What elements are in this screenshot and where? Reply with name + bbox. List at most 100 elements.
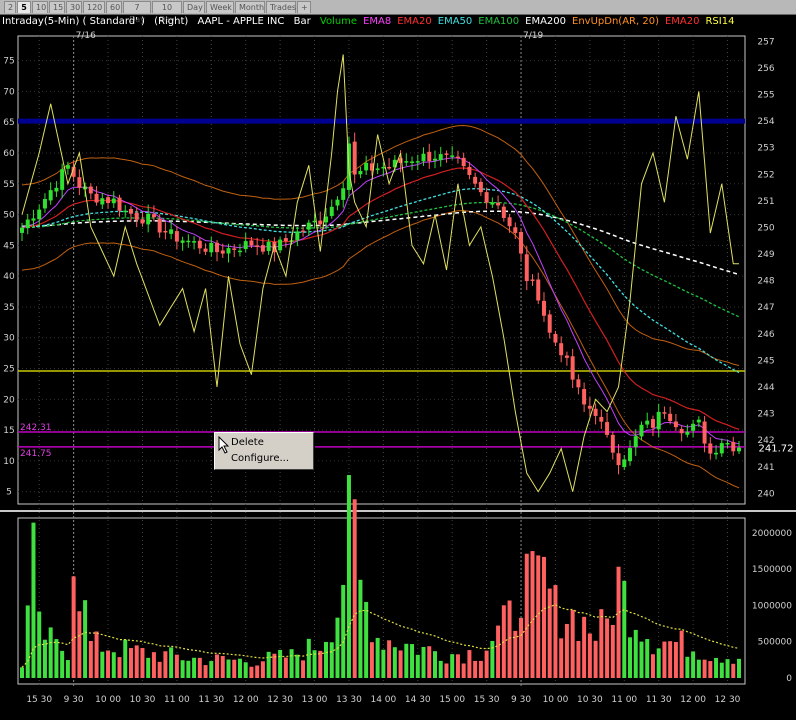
- candle-body: [679, 428, 684, 434]
- volume-bar: [260, 661, 265, 678]
- interval-tab-5[interactable]: 30: [66, 1, 82, 13]
- volume-bar: [186, 660, 191, 678]
- candle-body: [673, 421, 678, 428]
- candle-body: [260, 245, 265, 252]
- volume-bar: [324, 641, 329, 678]
- volume-bar: [478, 660, 483, 678]
- volume-bar: [582, 616, 587, 678]
- price-tick-label: 245: [757, 356, 774, 366]
- candle-body: [134, 212, 139, 220]
- interval-tab-8[interactable]: 7 Day: [123, 1, 151, 24]
- candle-body: [467, 166, 472, 175]
- rsi-tick-label: 10: [3, 457, 15, 467]
- volume-bar: [461, 663, 466, 678]
- time-tick-label: 12 00: [233, 695, 259, 705]
- volume-bar: [673, 642, 678, 678]
- volume-bar: [628, 637, 633, 678]
- rsi-tick-label: 45: [3, 241, 14, 251]
- interval-tab-9[interactable]: 10 Day: [152, 1, 182, 24]
- candle-body: [278, 239, 283, 251]
- time-tick-label: 15 30: [474, 695, 500, 705]
- volume-bar: [616, 566, 621, 678]
- candle-body: [444, 153, 449, 155]
- candle-body: [501, 206, 506, 218]
- volume-bar: [106, 650, 111, 678]
- interval-tab-4[interactable]: 15: [49, 1, 65, 13]
- interval-tab-13[interactable]: Trades: [266, 1, 296, 13]
- interval-tab-12[interactable]: Month: [235, 1, 265, 13]
- volume-bar: [599, 609, 604, 678]
- candle-body: [587, 405, 592, 409]
- volume-bar: [54, 639, 59, 678]
- interval-tab-1[interactable]: 2: [4, 1, 16, 13]
- volume-bar: [123, 639, 128, 678]
- candle-body: [484, 192, 489, 203]
- candle-body: [255, 245, 260, 247]
- candle-body: [37, 209, 42, 220]
- interval-tab-7[interactable]: 60: [106, 1, 122, 13]
- candle-body: [478, 181, 483, 193]
- volume-bar: [444, 663, 449, 678]
- candle-body: [530, 279, 535, 281]
- volume-bar: [605, 618, 610, 678]
- candle-body: [358, 170, 363, 175]
- rsi-tick-label: 25: [3, 365, 14, 375]
- bar-type-label: Bar: [293, 16, 311, 27]
- interval-tab-3[interactable]: 10: [32, 1, 48, 13]
- interval-tab-6[interactable]: 120: [83, 1, 105, 13]
- candle-body: [306, 222, 311, 230]
- price-tick-label: 241: [757, 463, 774, 473]
- volume-bar: [226, 659, 231, 678]
- volume-bar: [77, 611, 82, 678]
- time-tick-label: 11 00: [164, 695, 190, 705]
- candle-body: [455, 156, 460, 159]
- candle-body: [169, 229, 174, 234]
- volume-bar: [507, 600, 512, 678]
- candle-body: [490, 202, 495, 205]
- volume-bar: [283, 657, 288, 678]
- candle-body: [645, 420, 650, 425]
- candle-body: [421, 153, 426, 162]
- interval-tab-10[interactable]: Day: [183, 1, 205, 13]
- candle-body: [215, 242, 220, 253]
- volume-bar: [71, 576, 76, 678]
- candle-body: [582, 389, 587, 405]
- time-tick-label: 10 30: [577, 695, 603, 705]
- volume-bar: [691, 651, 696, 678]
- volume-bar: [369, 642, 374, 678]
- volume-bar: [553, 585, 558, 678]
- candle-body: [151, 214, 156, 218]
- study-label-9: RSI14: [705, 16, 735, 27]
- candle-body: [415, 161, 420, 163]
- interval-tab-14[interactable]: +: [297, 1, 311, 13]
- volume-bar: [645, 639, 650, 678]
- time-tick-label: 10 00: [543, 695, 569, 705]
- price-chart[interactable]: 2402412422432442452462472482492502512522…: [0, 28, 796, 720]
- volume-bar: [725, 659, 730, 678]
- volume-bar: [209, 661, 214, 678]
- candle-body: [708, 443, 713, 454]
- interval-tab-11[interactable]: Week: [206, 1, 234, 13]
- candle-body: [432, 158, 437, 161]
- volume-bar: [88, 640, 93, 678]
- study-label-4: EMA50: [437, 16, 473, 27]
- date-label: 7/16: [76, 31, 96, 41]
- candle-body: [180, 240, 185, 243]
- volume-bar: [301, 660, 306, 678]
- mouse-pointer-icon: [218, 436, 230, 454]
- ema8-line: [21, 157, 740, 445]
- configure-menu-item[interactable]: Configure...: [231, 451, 289, 466]
- candle-body: [197, 240, 202, 249]
- candle-body: [318, 220, 323, 225]
- candle-body: [714, 452, 719, 455]
- candle-body: [77, 177, 82, 188]
- volume-bar: [415, 654, 420, 678]
- volume-bar: [438, 660, 443, 678]
- candle-body: [329, 206, 334, 216]
- price-tag-low: 241.75: [20, 449, 52, 459]
- delete-menu-item[interactable]: Delete: [231, 435, 264, 450]
- volume-bar: [266, 651, 271, 678]
- interval-tab-2[interactable]: 5: [17, 1, 31, 13]
- volume-bar: [702, 659, 707, 678]
- candle-body: [404, 161, 409, 163]
